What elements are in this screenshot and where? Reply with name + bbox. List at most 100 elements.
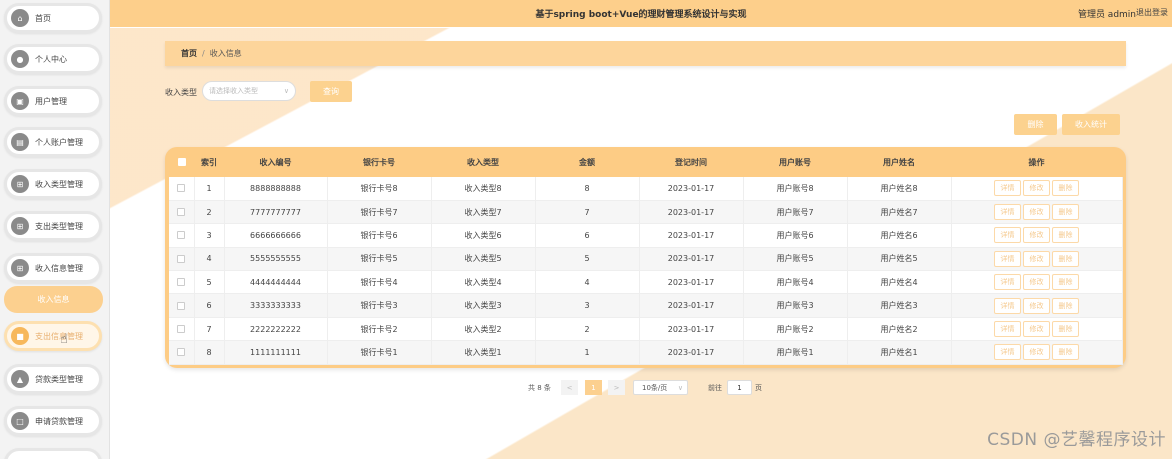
delete-row-button[interactable]: 删除 bbox=[1052, 180, 1079, 197]
income-stats-button[interactable]: 收入统计 bbox=[1062, 114, 1120, 135]
sidebar-subitem-income-info[interactable]: 收入信息 bbox=[4, 286, 103, 313]
cell-card: 银行卡号7 bbox=[327, 200, 432, 225]
edit-button[interactable]: 修改 bbox=[1023, 180, 1050, 197]
cell-operations: 详情 修改 删除 bbox=[951, 293, 1123, 318]
delete-row-button[interactable]: 删除 bbox=[1052, 297, 1079, 314]
mouse-cursor-icon: ☝ bbox=[60, 332, 68, 347]
sidebar-item-income-type[interactable]: ⊞ 收入类型管理 bbox=[4, 169, 102, 199]
detail-button[interactable]: 详情 bbox=[994, 321, 1021, 338]
edit-button[interactable]: 修改 bbox=[1023, 250, 1050, 267]
pagination-current-page[interactable]: 1 bbox=[585, 380, 602, 395]
row-checkbox[interactable] bbox=[169, 270, 195, 295]
page-size-select[interactable]: 10条/页 ∨ bbox=[633, 380, 688, 395]
delete-row-button[interactable]: 删除 bbox=[1052, 204, 1079, 221]
cell-code: 5555555555 bbox=[224, 247, 328, 272]
cell-type: 收入类型6 bbox=[431, 223, 536, 248]
detail-button[interactable]: 详情 bbox=[994, 297, 1021, 314]
breadcrumb-separator: / bbox=[202, 49, 205, 58]
detail-button[interactable]: 详情 bbox=[994, 250, 1021, 267]
row-checkbox[interactable] bbox=[169, 200, 195, 225]
sidebar-item-expense-type[interactable]: ⊞ 支出类型管理 bbox=[4, 211, 102, 241]
detail-button[interactable]: 详情 bbox=[994, 180, 1021, 197]
pagination-next-button[interactable]: > bbox=[608, 380, 625, 395]
sidebar-item-loan-application[interactable]: □ 申请贷款管理 bbox=[4, 406, 102, 436]
sidebar-item-home[interactable]: ⌂ 首页 bbox=[4, 3, 102, 33]
select-all-checkbox[interactable] bbox=[169, 147, 194, 177]
sidebar-item-user-management[interactable]: ▣ 用户管理 bbox=[4, 86, 102, 116]
edit-button[interactable]: 修改 bbox=[1023, 344, 1050, 361]
thumbs-up-icon: ▲ bbox=[11, 370, 29, 388]
detail-button[interactable]: 详情 bbox=[994, 344, 1021, 361]
delete-row-button[interactable]: 删除 bbox=[1052, 344, 1079, 361]
row-checkbox[interactable] bbox=[169, 223, 195, 248]
cell-amount: 6 bbox=[535, 223, 640, 248]
goto-page-input[interactable]: 1 bbox=[727, 380, 752, 395]
row-checkbox[interactable] bbox=[169, 340, 195, 365]
page-size-value: 10条/页 bbox=[642, 383, 668, 392]
pagination-prev-button[interactable]: < bbox=[561, 380, 578, 395]
table-row: 5 4444444444 银行卡号4 收入类型4 4 2023-01-17 用户账号4 用户姓… bbox=[169, 270, 1123, 295]
edit-button[interactable]: 修改 bbox=[1023, 204, 1050, 221]
row-checkbox[interactable] bbox=[169, 317, 195, 342]
detail-button[interactable]: 详情 bbox=[994, 227, 1021, 244]
cell-amount: 3 bbox=[535, 293, 640, 318]
sidebar-item-partial[interactable] bbox=[4, 448, 102, 459]
delete-row-button[interactable]: 删除 bbox=[1052, 274, 1079, 291]
sidebar-item-loan-type[interactable]: ▲ 贷款类型管理 bbox=[4, 364, 102, 394]
row-checkbox[interactable] bbox=[169, 293, 195, 318]
sidebar-item-expense-info[interactable]: ■ 支出信息管理 bbox=[4, 321, 102, 351]
sidebar-item-label: 申请贷款管理 bbox=[35, 416, 83, 426]
cell-time: 2023-01-17 bbox=[639, 270, 744, 295]
cell-card: 银行卡号3 bbox=[327, 293, 432, 318]
sidebar-item-label: 首页 bbox=[35, 13, 51, 23]
delete-row-button[interactable]: 删除 bbox=[1052, 227, 1079, 244]
detail-button[interactable]: 详情 bbox=[994, 204, 1021, 221]
cell-code: 2222222222 bbox=[224, 317, 328, 342]
edit-button[interactable]: 修改 bbox=[1023, 227, 1050, 244]
edit-button[interactable]: 修改 bbox=[1023, 321, 1050, 338]
row-checkbox[interactable] bbox=[169, 177, 195, 201]
cell-name: 用户姓名7 bbox=[847, 200, 952, 225]
cell-time: 2023-01-17 bbox=[639, 247, 744, 272]
sidebar-item-label: 贷款类型管理 bbox=[35, 374, 83, 384]
row-checkbox[interactable] bbox=[169, 247, 195, 272]
income-type-select[interactable]: 请选择收入类型 ∨ bbox=[202, 81, 296, 101]
goto-page-suffix: 页 bbox=[755, 384, 762, 392]
cell-card: 银行卡号1 bbox=[327, 340, 432, 365]
sidebar-item-income-info[interactable]: ⊞ 收入信息管理 bbox=[4, 253, 102, 283]
query-button[interactable]: 查询 bbox=[310, 81, 352, 102]
cell-code: 4444444444 bbox=[224, 270, 328, 295]
delete-button[interactable]: 删除 bbox=[1014, 114, 1057, 135]
table-row: 8 1111111111 银行卡号1 收入类型1 1 2023-01-17 用户账号1 用户姓… bbox=[169, 340, 1123, 365]
column-header: 用户账号 bbox=[779, 157, 811, 167]
cell-idx: 4 bbox=[194, 247, 225, 272]
cell-code: 1111111111 bbox=[224, 340, 328, 365]
cell-account: 用户账号2 bbox=[743, 317, 848, 342]
sidebar-item-label: 支出类型管理 bbox=[35, 221, 83, 231]
cell-amount: 7 bbox=[535, 200, 640, 225]
cell-account: 用户账号4 bbox=[743, 270, 848, 295]
detail-button[interactable]: 详情 bbox=[994, 274, 1021, 291]
table-row: 2 7777777777 银行卡号7 收入类型7 7 2023-01-17 用户账号7 用户姓… bbox=[169, 200, 1123, 225]
cell-card: 银行卡号6 bbox=[327, 223, 432, 248]
sidebar-item-personal-center[interactable]: ● 个人中心 bbox=[4, 44, 102, 74]
edit-button[interactable]: 修改 bbox=[1023, 297, 1050, 314]
cell-account: 用户账号7 bbox=[743, 200, 848, 225]
current-user: 管理员 admin bbox=[1077, 10, 1136, 20]
logout-link[interactable]: 退出登录 bbox=[1136, 7, 1168, 18]
cell-card: 银行卡号8 bbox=[327, 177, 432, 201]
cell-type: 收入类型2 bbox=[431, 317, 536, 342]
cell-name: 用户姓名3 bbox=[847, 293, 952, 318]
cell-operations: 详情 修改 删除 bbox=[951, 200, 1123, 225]
sidebar-item-account-management[interactable]: ▤ 个人账户管理 bbox=[4, 127, 102, 157]
delete-row-button[interactable]: 删除 bbox=[1052, 250, 1079, 267]
cell-type: 收入类型1 bbox=[431, 340, 536, 365]
delete-row-button[interactable]: 删除 bbox=[1052, 321, 1079, 338]
breadcrumb-home[interactable]: 首页 bbox=[181, 48, 197, 59]
edit-button[interactable]: 修改 bbox=[1023, 274, 1050, 291]
goto-label: 前往 bbox=[708, 384, 722, 392]
cell-card: 银行卡号2 bbox=[327, 317, 432, 342]
cell-amount: 8 bbox=[535, 177, 640, 201]
cell-type: 收入类型4 bbox=[431, 270, 536, 295]
column-header: 收入类型 bbox=[467, 157, 499, 167]
